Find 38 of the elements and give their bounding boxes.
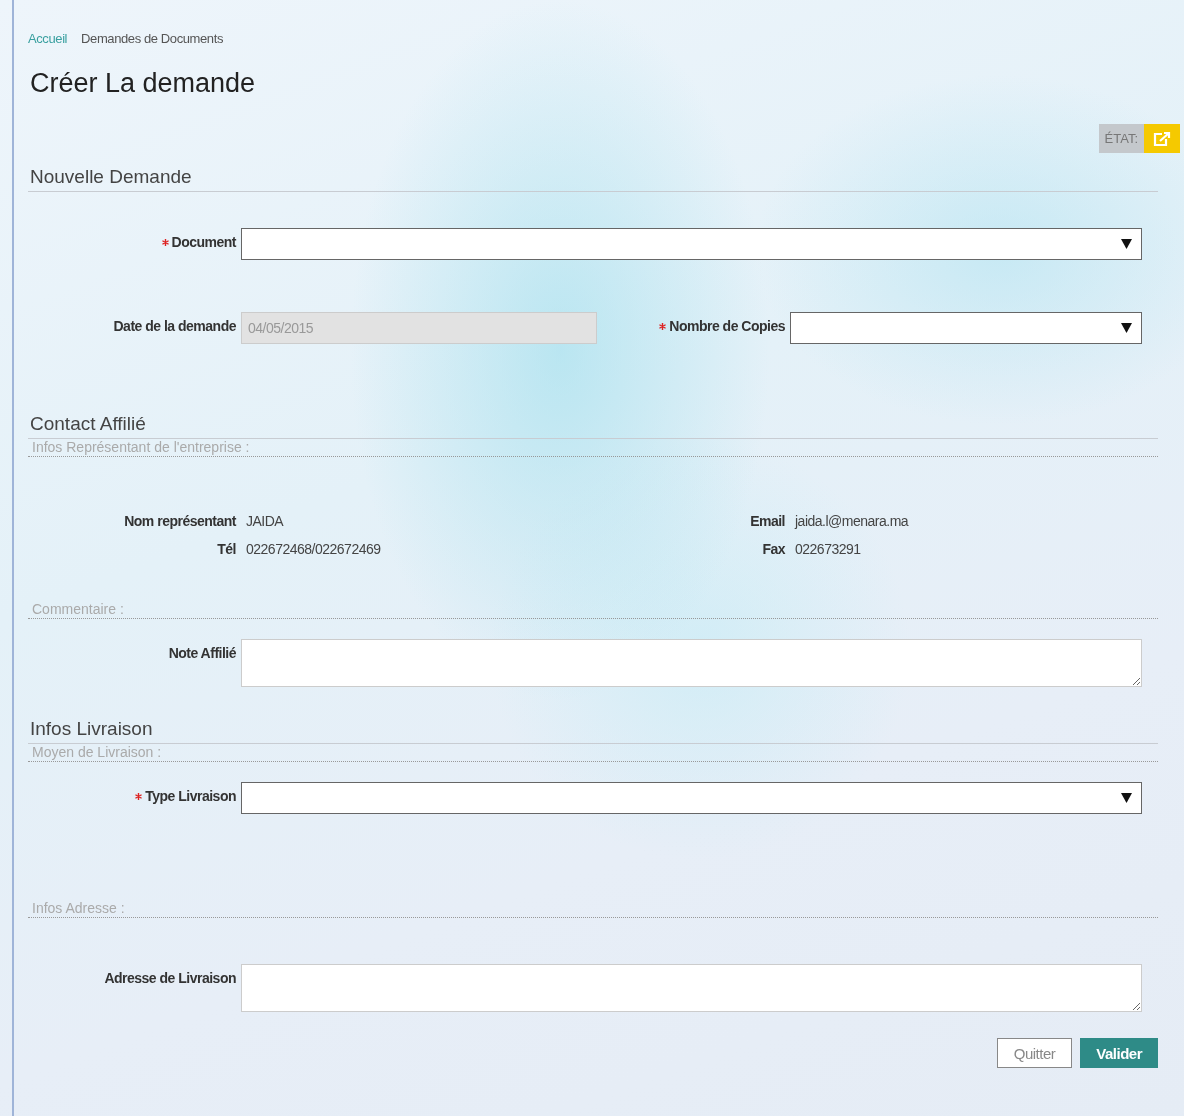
group-title: Infos Représentant de l'entreprise :: [28, 439, 1158, 457]
dropdown-field[interactable]: [241, 228, 1142, 260]
submit-button[interactable]: Valider: [1080, 1038, 1158, 1068]
caret-icon: [1121, 793, 1132, 803]
field-value: 022672468/022672469: [245, 541, 382, 557]
field-value: 022673291: [794, 541, 862, 557]
group-title: Moyen de Livraison :: [28, 744, 1158, 762]
dropdown-field[interactable]: [241, 782, 1142, 814]
field-label: Note Affilié: [167, 644, 237, 661]
breadcrumb-link[interactable]: Accueil: [28, 31, 68, 46]
required-icon: [161, 239, 169, 246]
required-icon: [135, 793, 143, 800]
field-label: Fax: [761, 541, 786, 557]
field-label: Adresse de Livraison: [103, 969, 237, 986]
breadcrumb-item: Demandes de Documents: [81, 31, 223, 46]
cancel-button[interactable]: Quitter: [996, 1038, 1073, 1068]
status-label: ÉTAT:: [1098, 124, 1144, 153]
field-label: Document: [28, 228, 241, 250]
field-label: Nom représentant: [123, 513, 238, 529]
field-label: Tél: [216, 541, 237, 557]
section-title: Nouvelle Demande: [28, 163, 1158, 192]
date-field: 04/05/2015: [241, 312, 597, 344]
field-value: jaida.l@menara.ma: [793, 513, 910, 529]
group-title: Infos Adresse :: [28, 900, 1158, 918]
field-label: Nombre de Copies: [597, 312, 790, 334]
field-label: Date de la demande: [112, 317, 237, 334]
page-title: Créer La demande: [30, 68, 257, 99]
caret-icon: [1121, 239, 1132, 249]
field-value: JAIDA: [245, 513, 285, 529]
section-title: Infos Livraison: [28, 715, 1158, 744]
group-title: Commentaire :: [28, 601, 1158, 619]
edit-icon: [1153, 130, 1171, 147]
required-icon: [659, 323, 667, 330]
caret-icon: [1121, 323, 1132, 333]
field-label: Email: [749, 513, 786, 529]
dropdown-field[interactable]: [790, 312, 1142, 344]
field-label: Type Livraison: [28, 782, 241, 804]
section-title: Contact Affilié: [28, 410, 1158, 439]
